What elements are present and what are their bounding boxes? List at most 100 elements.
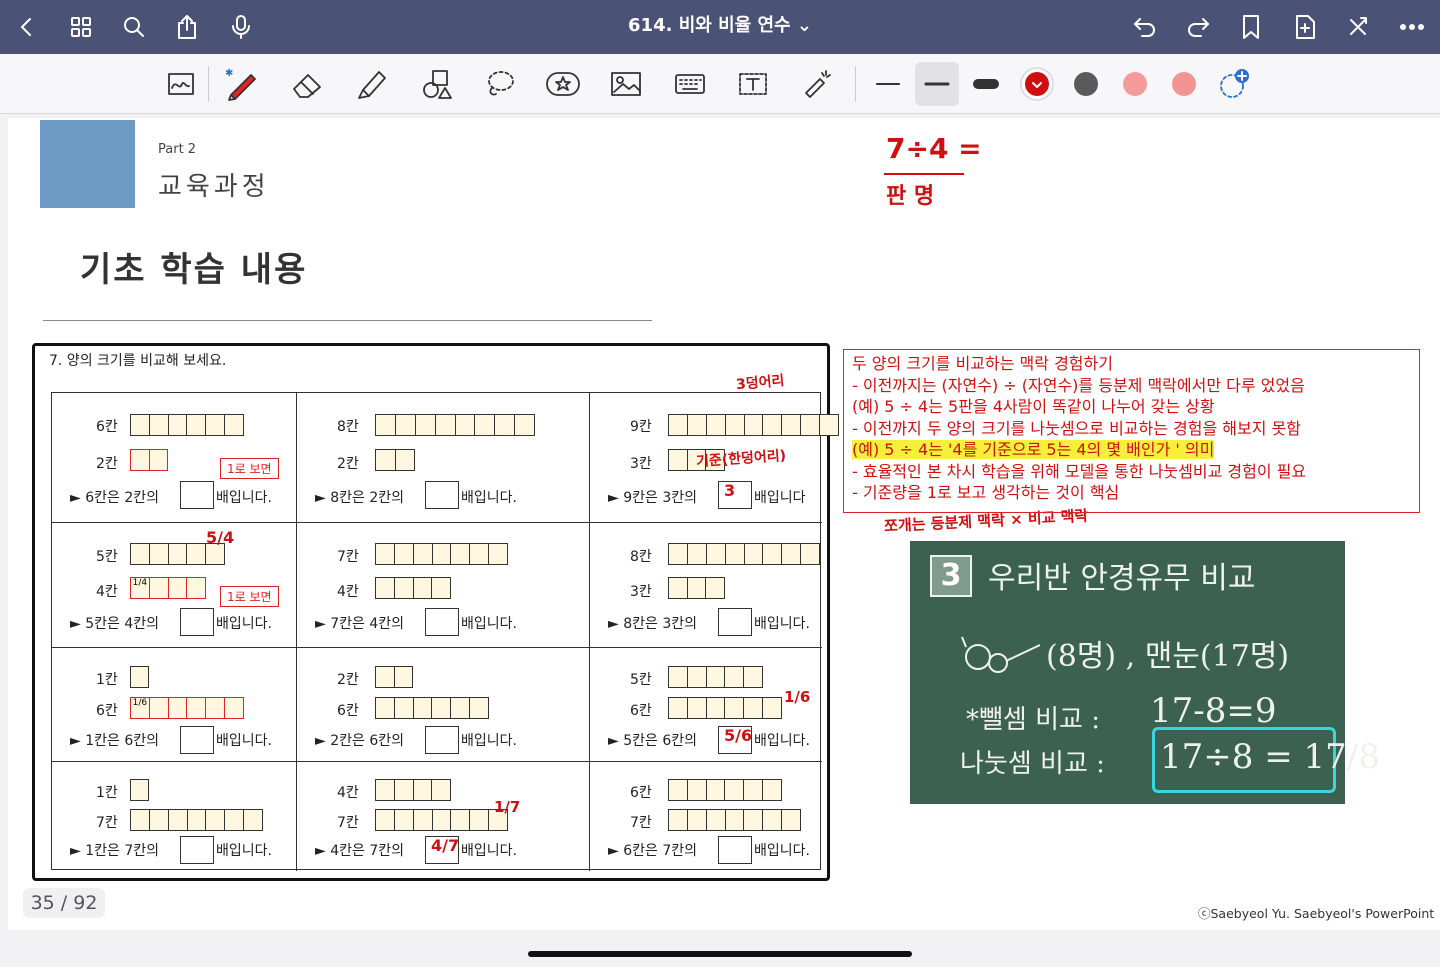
section-color-block — [40, 120, 135, 208]
color-pink[interactable] — [1113, 62, 1157, 106]
grid-icon[interactable] — [62, 8, 100, 46]
color-pink-2[interactable] — [1162, 62, 1206, 106]
medium-stroke-option[interactable] — [915, 62, 959, 106]
cell-label-b: 6칸 — [630, 700, 652, 720]
search-icon[interactable] — [115, 8, 153, 46]
part-label: Part 2 — [158, 142, 196, 157]
answer-box[interactable] — [425, 481, 459, 509]
document-page[interactable]: Part 2 교육과정 기초 학습 내용 7÷4 = 판 명 7. 양의 크기를… — [8, 118, 1440, 930]
shapes-tool-icon[interactable] — [415, 62, 459, 106]
note-line: - 이전까지는 (자연수) ÷ (자연수)를 등분제 맥락에서만 다루 었었음 — [852, 375, 1411, 397]
bar-model-b — [668, 809, 801, 831]
note-line: 두 양의 크기를 비교하는 맥락 경험하기 — [852, 353, 1411, 375]
copyright-credit: ⓒSaebyeol Yu. Saebyeol's PowerPoint — [1198, 903, 1434, 922]
cell-suffix: 배입니다. — [754, 840, 810, 860]
undo-icon[interactable] — [1126, 8, 1164, 46]
add-page-icon[interactable] — [1286, 8, 1324, 46]
answer-box[interactable] — [718, 608, 752, 636]
bar-model-a — [375, 543, 508, 565]
bar-model-b — [375, 577, 451, 599]
bar-model-b — [130, 809, 263, 831]
bookmark-icon[interactable] — [1232, 8, 1270, 46]
mic-icon[interactable] — [222, 8, 260, 46]
cell-suffix: 배입니다. — [216, 730, 272, 750]
note-line: - 효율적인 본 차시 학습을 위해 모델을 통한 나눗셈비교 경험이 필요 — [852, 461, 1411, 483]
bar-model-b — [375, 697, 489, 719]
comparison-cell: 6칸7칸► 6칸은 7칸의배입니다. — [590, 762, 822, 871]
thick-stroke-option[interactable] — [964, 62, 1008, 106]
image-tool-icon[interactable] — [604, 62, 648, 106]
board-number: 3 — [930, 555, 972, 597]
cell-suffix: 배입니다. — [461, 730, 517, 750]
cell-label-a: 7칸 — [337, 546, 359, 566]
share-icon[interactable] — [168, 8, 206, 46]
handwriting-tool-icon[interactable] — [160, 62, 204, 106]
cell-label-b: 7칸 — [337, 812, 359, 832]
eraser-tool-icon[interactable] — [285, 62, 329, 106]
comparison-cell: 6칸2칸► 6칸은 2칸의배입니다.1로 보면 — [52, 393, 297, 523]
cell-sentence: ► 6칸은 2칸의 — [70, 487, 159, 507]
sticker-tool-icon[interactable] — [541, 62, 585, 106]
answer-box[interactable] — [180, 608, 214, 636]
page-number-indicator[interactable]: 35 / 92 — [23, 888, 105, 918]
document-title[interactable]: 614. 비와 비율 연수 ⌄ — [560, 0, 880, 54]
home-indicator[interactable] — [528, 951, 912, 957]
bar-model-a — [375, 779, 451, 801]
note-line-highlighted: (예) 5 ÷ 4는 '4를 기준으로 5는 4의 몇 배인가 ' 의미 — [852, 439, 1411, 461]
handwritten-division: 7÷4 = — [886, 132, 982, 165]
answer-box[interactable] — [718, 836, 752, 864]
one-unit-callout: 1로 보면 — [220, 458, 279, 479]
cell-suffix: 배입니다. — [461, 487, 517, 507]
one-unit-callout: 1로 보면 — [220, 586, 279, 607]
annotation-1-6: 1/6 — [784, 688, 810, 706]
comparison-cell: 1칸7칸► 1칸은 7칸의배입니다. — [52, 762, 297, 871]
pen-tool-icon[interactable]: ✱ — [220, 62, 264, 106]
annotation-3-chunks: 3덩어리 — [735, 370, 785, 394]
svg-text:✱: ✱ — [225, 68, 233, 79]
bar-model-b — [668, 697, 782, 719]
annotation-1-7: 1/7 — [494, 798, 520, 816]
redo-icon[interactable] — [1179, 8, 1217, 46]
answer-box[interactable] — [180, 481, 214, 509]
bar-model-a — [668, 543, 820, 565]
answer-box[interactable] — [180, 726, 214, 754]
cell-suffix: 배입니다. — [216, 487, 272, 507]
answer-box[interactable] — [425, 608, 459, 636]
comparison-cell: 2칸6칸► 2칸은 6칸의배입니다. — [297, 648, 590, 762]
cell-label-b: 2칸 — [337, 453, 359, 473]
laser-tool-icon[interactable] — [795, 62, 839, 106]
board-row-1: (8명) , 맨눈(17명) — [1046, 631, 1289, 675]
handwritten-units: 판 명 — [886, 178, 934, 210]
worksheet: 7. 양의 크기를 비교해 보세요. 6칸2칸► 6칸은 2칸의배입니다.1로 … — [32, 343, 830, 881]
note-line: (예) 5 ÷ 4는 5판을 4사람이 똑같이 나누어 갖는 상황 — [852, 396, 1411, 418]
color-gray[interactable] — [1064, 62, 1108, 106]
answer-box[interactable] — [425, 726, 459, 754]
bar-model-a — [375, 414, 535, 436]
cell-suffix: 배입니다 — [754, 487, 806, 507]
thin-stroke-option[interactable] — [866, 62, 910, 106]
comparison-cell: 7칸4칸► 7칸은 4칸의배입니다. — [297, 523, 590, 648]
cell-label-a: 1칸 — [96, 669, 118, 689]
add-color-icon[interactable] — [1212, 62, 1256, 106]
board-division-label: 나눗셈 비교 : — [960, 743, 1105, 780]
cell-label-b: 3칸 — [630, 453, 652, 473]
cell-suffix: 배입니다. — [754, 730, 810, 750]
bar-model-a — [668, 779, 782, 801]
answer-box[interactable] — [180, 836, 214, 864]
close-icon[interactable] — [1339, 8, 1377, 46]
highlighter-tool-icon[interactable] — [350, 62, 394, 106]
bar-model-b: 1/6 — [130, 697, 244, 719]
cell-label-a: 5칸 — [630, 669, 652, 689]
cell-sentence: ► 2칸은 6칸의 — [315, 730, 404, 750]
lesson-note-box: 두 양의 크기를 비교하는 맥락 경험하기 - 이전까지는 (자연수) ÷ (자… — [843, 349, 1420, 513]
cell-sentence: ► 7칸은 4칸의 — [315, 613, 404, 633]
lasso-tool-icon[interactable] — [478, 62, 522, 106]
heading-divider — [43, 320, 652, 321]
keyboard-tool-icon[interactable] — [668, 62, 712, 106]
color-red-selected[interactable] — [1015, 62, 1059, 106]
handwritten-fraction-line — [884, 173, 964, 175]
comparison-cell: 8칸2칸► 8칸은 2칸의배입니다. — [297, 393, 590, 523]
back-icon[interactable] — [8, 8, 46, 46]
more-icon[interactable] — [1393, 8, 1431, 46]
text-tool-icon[interactable] — [731, 62, 775, 106]
